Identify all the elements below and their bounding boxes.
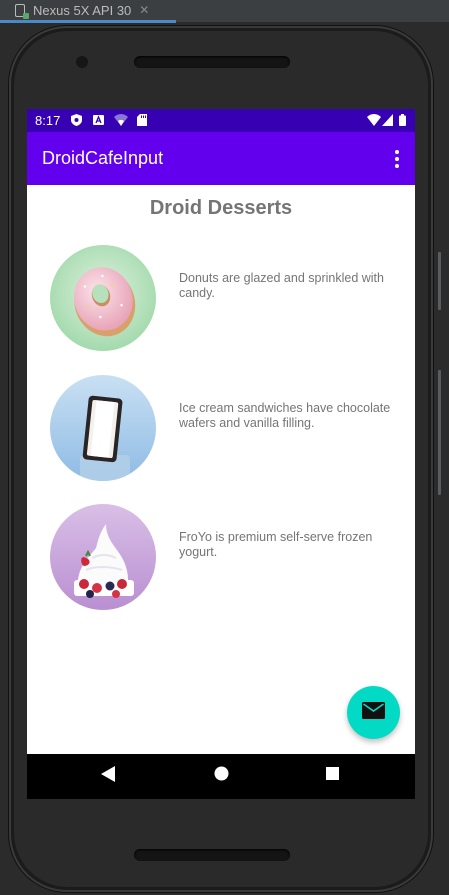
device-tab[interactable]: Nexus 5X API 30 ✕ [0, 0, 176, 23]
wifi-off-icon [114, 114, 128, 126]
close-icon[interactable]: ✕ [139, 3, 149, 17]
system-nav-bar [27, 754, 415, 799]
list-item-froyo: FroYo is premium self-serve frozen yogur… [27, 504, 415, 614]
list-item-donut: Donuts are glazed and sprinkled with can… [27, 245, 415, 355]
home-icon[interactable] [214, 766, 229, 786]
ice-cream-sandwich-image[interactable] [50, 375, 156, 481]
status-time: 8:17 [35, 113, 61, 128]
battery-icon [399, 114, 406, 126]
ide-tab-bar: Nexus 5X API 30 ✕ [0, 0, 449, 23]
wifi-icon [367, 114, 381, 126]
item-description: FroYo is premium self-serve frozen yogur… [179, 530, 373, 559]
front-camera [76, 56, 88, 68]
status-bar: 8:17 [27, 109, 415, 132]
device-screen: 8:17 DroidCafeInput Droid Desserts Donut… [27, 109, 415, 799]
a-icon [93, 114, 104, 126]
signal-icon [382, 114, 393, 126]
shield-icon [71, 114, 82, 126]
sd-card-icon [136, 114, 147, 126]
device-icon [15, 3, 29, 19]
item-description: Ice cream sandwiches have chocolate wafe… [179, 401, 391, 430]
top-speaker [134, 56, 290, 68]
mail-fab-button[interactable] [347, 686, 400, 739]
scrollbar-thumb[interactable] [438, 370, 441, 495]
recents-icon[interactable] [326, 767, 339, 785]
froyo-image[interactable] [50, 504, 156, 610]
overflow-menu-icon[interactable] [391, 150, 403, 168]
page-title: Droid Desserts [149, 197, 293, 219]
device-tab-label: Nexus 5X API 30 [33, 2, 132, 18]
item-description: Donuts are glazed and sprinkled with can… [179, 271, 384, 300]
app-bar: DroidCafeInput [27, 132, 415, 185]
bottom-speaker [134, 849, 290, 861]
list-item-ice-cream-sandwich: Ice cream sandwiches have chocolate wafe… [27, 375, 415, 485]
back-icon[interactable] [101, 766, 115, 787]
donut-image[interactable] [50, 245, 156, 351]
scrollbar-marker[interactable] [438, 252, 441, 310]
app-title: DroidCafeInput [42, 148, 164, 168]
